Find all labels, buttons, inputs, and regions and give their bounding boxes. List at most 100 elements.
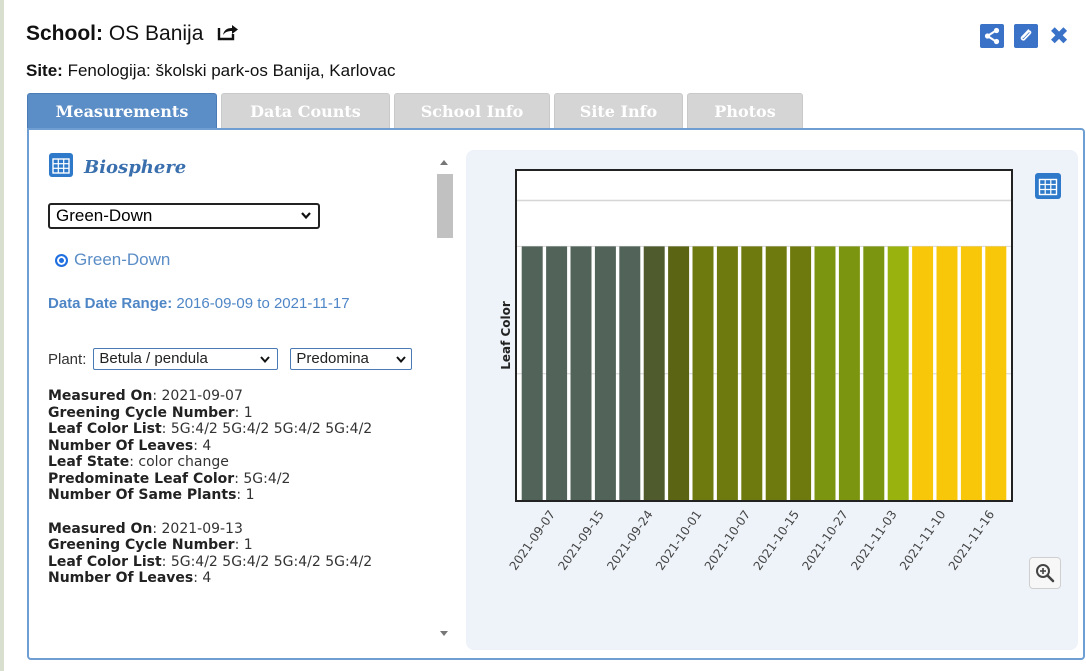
leaf-color-chart: Leaf Color 2021-09-072021-09-152021-09-24… — [499, 169, 1013, 573]
data-date-range: Data Date Range: 2016-09-09 to 2021-11-1… — [48, 295, 350, 312]
chart-bar — [741, 246, 763, 501]
leaf-color-select[interactable]: Predomina — [290, 348, 413, 370]
field-label: Number Of Same Plants — [48, 487, 237, 503]
plant-filter-row: Plant: Betula / pendula Predomina — [48, 348, 413, 370]
field-label: Leaf Color List — [48, 553, 162, 570]
field-label: Measured On — [48, 388, 153, 404]
table-view-icon[interactable] — [1034, 172, 1062, 200]
chevron-down-icon — [301, 212, 311, 220]
chart-bar — [985, 246, 1007, 501]
list-scrollbar[interactable] — [436, 150, 454, 640]
biosphere-heading: Biosphere — [48, 152, 186, 182]
section-title: Biosphere — [84, 156, 187, 178]
table-icon — [48, 152, 74, 182]
school-popup-panel: School: OS Banija Site: Fenologija: škol… — [4, 0, 1086, 671]
leaf-color-select-value: Predomina — [296, 350, 369, 367]
date-range-label: Data Date Range: — [48, 295, 173, 312]
chart-bar — [887, 246, 909, 501]
field-label: Greening Cycle Number — [48, 537, 235, 553]
field-value: : 1 — [236, 487, 255, 503]
chart-bar — [790, 246, 812, 501]
chart-bar — [546, 246, 568, 501]
chart-bar — [521, 246, 543, 501]
chart-bar — [594, 246, 616, 501]
plant-select-value: Betula / pendula — [99, 350, 208, 367]
field-value: : 1 — [234, 537, 253, 553]
protocol-select[interactable]: Green-Down — [48, 203, 320, 229]
tab-school-info[interactable]: School Info — [394, 93, 550, 129]
field-value: : 4 — [193, 570, 212, 586]
chart-bar — [814, 246, 836, 501]
field-label: Measured On — [48, 520, 153, 537]
chart-bar — [838, 246, 860, 501]
field-label: Number Of Leaves — [48, 570, 194, 586]
scrollbar-thumb[interactable] — [437, 174, 453, 238]
x-tick-label: 2021-09-24 — [604, 508, 655, 573]
tab-photos[interactable]: Photos — [687, 93, 803, 129]
school-name: OS Banija — [108, 22, 204, 45]
chart-bar — [716, 246, 738, 501]
protocol-select-value: Green-Down — [56, 206, 153, 225]
field-value: : 2021-09-13 — [152, 520, 243, 537]
x-tick-label: 2021-10-15 — [751, 508, 802, 573]
field-value: : 1 — [234, 404, 253, 421]
tab-bar: Measurements Data Counts School Info Sit… — [27, 93, 803, 129]
chart-bar — [936, 246, 958, 501]
scroll-up-icon[interactable] — [440, 160, 448, 165]
field-label: Leaf Color List — [48, 421, 162, 437]
field-value: : 5G:4/2 5G:4/2 5G:4/2 5G:4/2 — [161, 553, 373, 570]
zoom-in-button[interactable] — [1029, 557, 1061, 589]
share-icon[interactable] — [980, 24, 1004, 48]
chart-bar — [570, 246, 592, 501]
chart-bar — [863, 246, 885, 501]
protocol-radio[interactable]: Green-Down — [55, 250, 170, 270]
tab-site-info[interactable]: Site Info — [554, 93, 683, 129]
field-value: : 5G:4/2 5G:4/2 5G:4/2 5G:4/2 — [161, 421, 373, 437]
field-value: : 5G:4/2 — [234, 470, 291, 487]
chart-bar — [960, 246, 982, 501]
school-title: School: OS Banija — [26, 22, 239, 46]
measurement-records: Measured On: 2021-09-07 Greening Cycle N… — [48, 388, 448, 604]
x-tick-label: 2021-10-27 — [799, 508, 850, 573]
chart-bar — [619, 246, 641, 501]
chevron-down-icon — [396, 356, 407, 364]
measurement-record: Measured On: 2021-09-07 Greening Cycle N… — [48, 388, 448, 504]
x-tick-label: 2021-11-16 — [946, 508, 997, 573]
measurements-list-pane: Biosphere Green-Down Green-Down Data Dat… — [29, 130, 461, 640]
x-tick-label: 2021-09-15 — [555, 508, 606, 573]
link-icon[interactable] — [1014, 24, 1038, 48]
chart-bar — [643, 246, 665, 501]
x-tick-label: 2021-11-10 — [897, 508, 948, 573]
x-tick-label: 2021-10-01 — [653, 508, 704, 573]
site-name: Fenologija: školski park-os Banija, Karl… — [67, 61, 396, 80]
chart-bar — [692, 246, 714, 501]
chart-bar — [912, 246, 934, 501]
field-value: : 4 — [193, 437, 212, 454]
chart-bar — [765, 246, 787, 501]
field-label: Greening Cycle Number — [48, 404, 235, 421]
field-value: : 2021-09-07 — [152, 388, 243, 404]
tab-data-counts[interactable]: Data Counts — [221, 93, 390, 129]
scroll-down-icon[interactable] — [440, 631, 448, 636]
measurement-record: Measured On: 2021-09-13 Greening Cycle N… — [48, 521, 448, 587]
external-link-icon[interactable] — [217, 23, 239, 41]
x-tick-label: 2021-10-07 — [702, 508, 753, 573]
x-tick-label: 2021-09-07 — [507, 508, 558, 573]
y-axis-label: Leaf Color — [499, 301, 513, 370]
measurements-panel: Biosphere Green-Down Green-Down Data Dat… — [27, 128, 1085, 660]
field-label: Predominate Leaf Color — [48, 470, 235, 487]
plant-select[interactable]: Betula / pendula — [93, 348, 279, 370]
chart-pane: Leaf Color 2021-09-07 2021-09-15 2021-09-24… — [466, 150, 1078, 650]
site-label: Site: — [26, 61, 63, 80]
field-label: Leaf State — [48, 454, 130, 470]
tab-measurements[interactable]: Measurements — [27, 93, 217, 129]
chart-bar — [668, 246, 690, 501]
radio-label: Green-Down — [74, 250, 171, 269]
date-range-value: 2016-09-09 to 2021-11-17 — [176, 295, 350, 312]
school-label: School: — [26, 22, 103, 45]
x-tick-label: 2021-11-03 — [848, 508, 899, 573]
radio-selected-icon[interactable] — [55, 253, 68, 267]
field-value: : color change — [129, 454, 229, 470]
plant-label: Plant: — [48, 350, 87, 368]
close-icon[interactable]: ✖ — [1048, 22, 1070, 50]
